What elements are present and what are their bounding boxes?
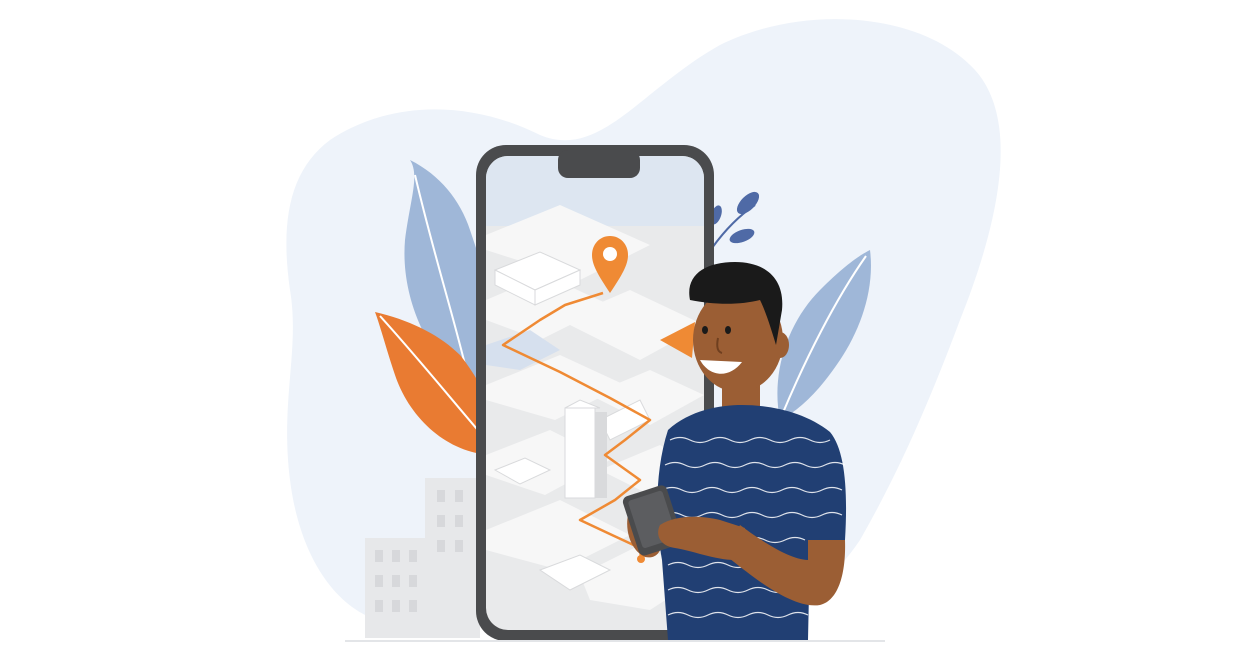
illustration-scene: [0, 0, 1242, 659]
navigation-illustration: [286, 19, 1001, 642]
